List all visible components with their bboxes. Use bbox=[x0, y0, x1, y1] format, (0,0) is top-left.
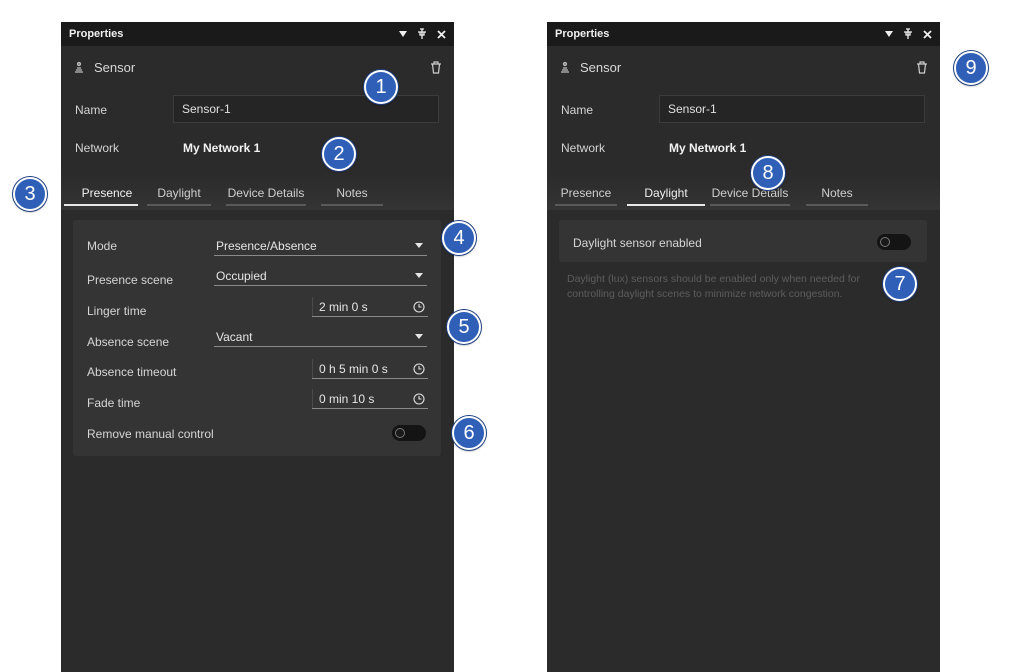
network-value: My Network 1 bbox=[669, 141, 747, 155]
absence-timeout-label: Absence timeout bbox=[87, 365, 177, 379]
linger-time-value: 2 min 0 s bbox=[312, 297, 413, 316]
tab-notes-indicator bbox=[806, 204, 868, 206]
name-input[interactable]: Sensor-1 bbox=[173, 95, 439, 123]
tab-daylight[interactable]: Daylight bbox=[147, 186, 211, 200]
tab-daylight-indicator bbox=[627, 204, 705, 206]
pin-icon[interactable] bbox=[417, 28, 427, 40]
name-label: Name bbox=[561, 103, 594, 117]
properties-panel-presence: Properties Sensor Name Sensor-1 Network … bbox=[61, 22, 454, 672]
close-icon[interactable] bbox=[436, 28, 446, 40]
clock-icon[interactable] bbox=[413, 362, 425, 375]
callout-badge-1: 1 bbox=[364, 70, 398, 104]
close-icon[interactable] bbox=[922, 28, 932, 40]
remove-manual-control-toggle[interactable] bbox=[392, 425, 426, 441]
mode-label: Mode bbox=[87, 239, 118, 253]
mode-dropdown[interactable]: Presence/Absence bbox=[214, 236, 427, 256]
fade-time-input[interactable]: 0 min 10 s bbox=[312, 389, 428, 409]
network-value: My Network 1 bbox=[183, 141, 261, 155]
chevron-down-icon bbox=[415, 243, 423, 248]
panel-title: Properties bbox=[555, 28, 610, 40]
callout-badge-5: 5 bbox=[447, 310, 481, 344]
tab-daylight[interactable]: Daylight bbox=[627, 186, 705, 200]
presence-scene-value: Occupied bbox=[216, 268, 267, 283]
daylight-enabled-label: Daylight sensor enabled bbox=[573, 236, 702, 250]
panel-title: Properties bbox=[69, 28, 124, 40]
linger-time-input[interactable]: 2 min 0 s bbox=[312, 297, 428, 317]
callout-badge-3: 3 bbox=[13, 177, 47, 211]
toggle-knob bbox=[880, 237, 890, 247]
fade-time-value: 0 min 10 s bbox=[312, 389, 413, 408]
panel-titlebar: Properties bbox=[61, 22, 454, 46]
tab-device-details[interactable]: Device Details bbox=[710, 186, 790, 200]
linger-time-label: Linger time bbox=[87, 304, 147, 318]
dropdown-menu-icon[interactable] bbox=[398, 28, 408, 40]
callout-badge-2: 2 bbox=[322, 137, 356, 171]
tab-notes[interactable]: Notes bbox=[806, 186, 868, 200]
dropdown-menu-icon[interactable] bbox=[884, 28, 894, 40]
absence-scene-label: Absence scene bbox=[87, 335, 170, 349]
presence-scene-dropdown[interactable]: Occupied bbox=[214, 266, 427, 286]
tab-device-details[interactable]: Device Details bbox=[226, 186, 306, 200]
tab-presence-indicator bbox=[64, 204, 138, 206]
absence-timeout-value: 0 h 5 min 0 s bbox=[312, 359, 413, 378]
tab-device-details-indicator bbox=[226, 204, 306, 206]
device-header: Sensor bbox=[559, 52, 928, 82]
remove-manual-control-label: Remove manual control bbox=[87, 427, 214, 441]
network-label: Network bbox=[75, 141, 120, 155]
absence-scene-dropdown[interactable]: Vacant bbox=[214, 327, 427, 347]
callout-badge-7: 7 bbox=[883, 267, 917, 301]
clock-icon[interactable] bbox=[413, 392, 425, 405]
callout-badge-9: 9 bbox=[954, 51, 988, 85]
pin-icon[interactable] bbox=[903, 28, 913, 40]
properties-panel-daylight: Properties Sensor Name Sensor-1 Network … bbox=[547, 22, 940, 672]
device-type-label: Sensor bbox=[580, 59, 622, 75]
tab-notes-indicator bbox=[321, 204, 383, 206]
daylight-enabled-toggle[interactable] bbox=[877, 234, 911, 250]
tab-device-details-indicator bbox=[710, 204, 790, 206]
absence-scene-value: Vacant bbox=[216, 329, 253, 344]
delete-icon[interactable] bbox=[916, 60, 928, 74]
name-label: Name bbox=[75, 103, 108, 117]
delete-icon[interactable] bbox=[430, 60, 442, 74]
daylight-helper-text: Daylight (lux) sensors should be enabled… bbox=[567, 273, 861, 300]
clock-icon[interactable] bbox=[413, 300, 425, 313]
panel-titlebar: Properties bbox=[547, 22, 940, 46]
fade-time-label: Fade time bbox=[87, 396, 141, 410]
chevron-down-icon bbox=[415, 334, 423, 339]
tab-presence[interactable]: Presence bbox=[76, 186, 138, 200]
callout-badge-8: 8 bbox=[751, 156, 785, 190]
absence-timeout-input[interactable]: 0 h 5 min 0 s bbox=[312, 359, 428, 379]
toggle-knob bbox=[395, 428, 405, 438]
chevron-down-icon bbox=[415, 273, 423, 278]
tab-daylight-indicator bbox=[147, 204, 211, 206]
tab-presence-indicator bbox=[555, 204, 617, 206]
callout-badge-6: 6 bbox=[452, 416, 486, 450]
presence-scene-label: Presence scene bbox=[87, 273, 174, 287]
name-input[interactable]: Sensor-1 bbox=[659, 95, 925, 123]
callout-badge-4: 4 bbox=[442, 221, 476, 255]
tab-notes[interactable]: Notes bbox=[321, 186, 383, 200]
sensor-icon bbox=[75, 61, 83, 73]
sensor-icon bbox=[561, 61, 569, 73]
tab-presence[interactable]: Presence bbox=[555, 186, 617, 200]
network-label: Network bbox=[561, 141, 606, 155]
mode-value: Presence/Absence bbox=[216, 238, 317, 253]
